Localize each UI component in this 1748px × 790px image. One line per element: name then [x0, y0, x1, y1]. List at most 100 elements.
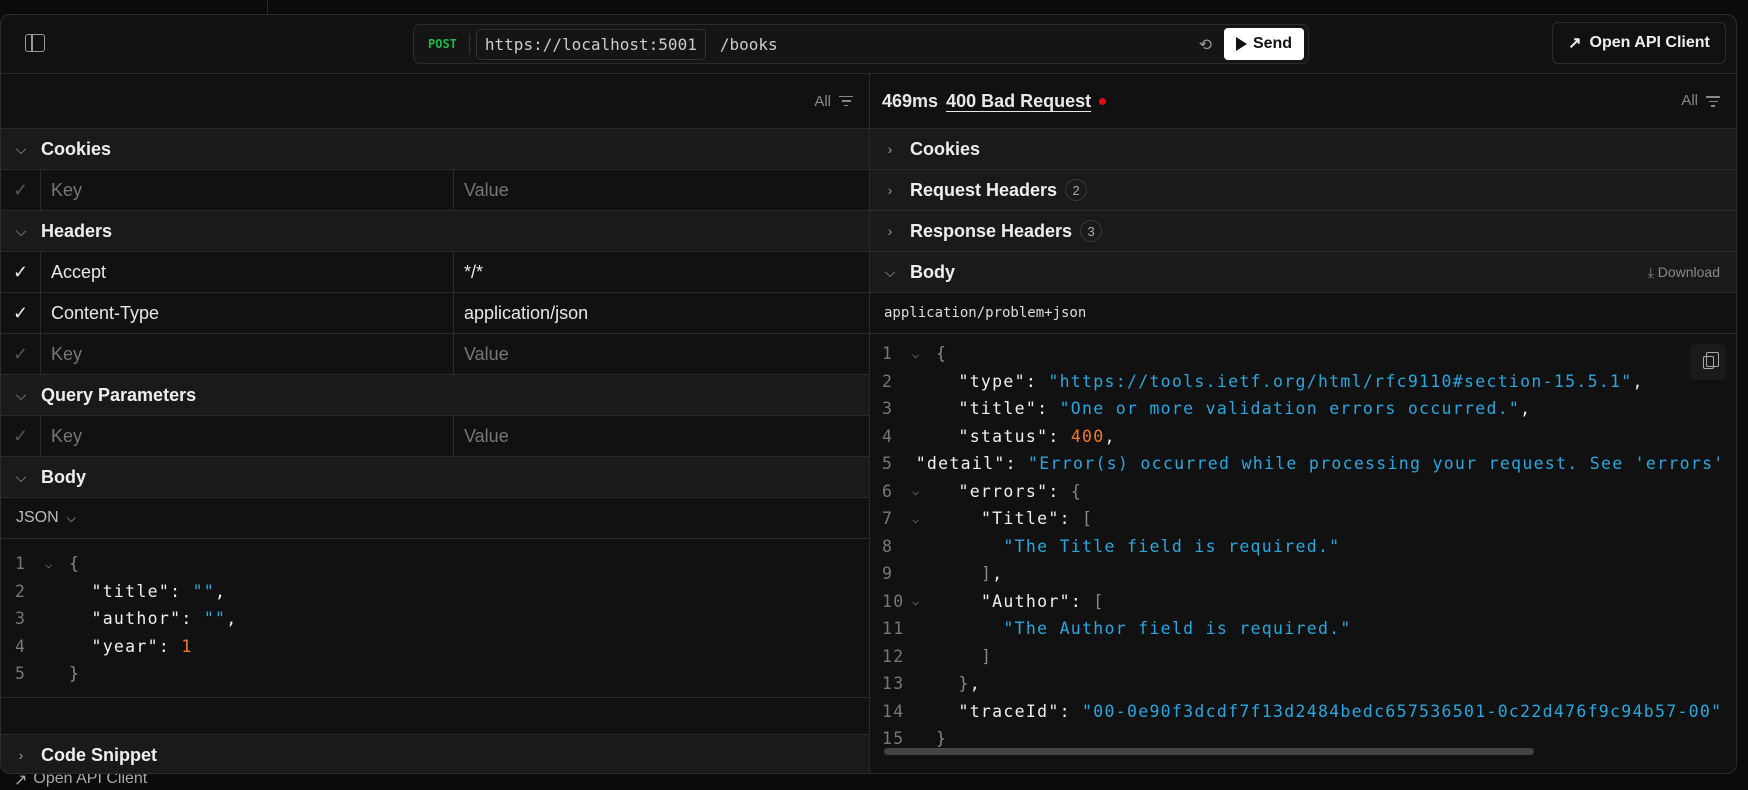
json-key: "Author": [980, 591, 1071, 611]
code-line: 1 ⌵ {: [870, 340, 1736, 368]
section-response-headers[interactable]: › Response Headers 3: [870, 211, 1736, 252]
section-body[interactable]: ⌵ Body: [1, 457, 869, 498]
chevron-right-icon: ›: [18, 747, 24, 763]
key-input[interactable]: Key: [41, 334, 454, 374]
chevron-down-icon: ⌵: [15, 140, 27, 157]
code-line: 12 ]: [870, 643, 1736, 671]
line-number: 11: [882, 619, 905, 639]
line-number: 9: [882, 564, 894, 584]
line-number: 4: [882, 426, 894, 446]
chevron-down-icon: ⌵: [884, 263, 896, 280]
status-link[interactable]: 400 Bad Request: [946, 91, 1091, 112]
code-line: 13 },: [870, 670, 1736, 698]
copy-icon[interactable]: [1690, 344, 1726, 380]
code-line: 11 "The Author field is required.": [870, 615, 1736, 643]
request-body-editor[interactable]: 1 ⌵{2 "title": "", 3 "author": "", 4 "year"…: [1, 539, 869, 698]
response-status: 469ms 400 Bad Request All: [870, 74, 1736, 129]
header-row: ✓ Content-Type application/json: [1, 293, 869, 334]
code-token: {: [69, 554, 81, 574]
code-line: 2 "type": "https://tools.ietf.org/html/r…: [870, 368, 1736, 396]
section-response-body[interactable]: ⌵ Body ⤓ Download: [870, 252, 1736, 293]
checkbox[interactable]: ✓: [1, 252, 41, 292]
section-headers[interactable]: ⌵ Headers: [1, 211, 869, 252]
checkbox[interactable]: ✓: [1, 334, 41, 374]
key-input[interactable]: Key: [41, 170, 454, 210]
code-line: 4 "status": 400,: [870, 423, 1736, 451]
code-token: ]: [980, 646, 993, 666]
section-code-snippet[interactable]: › Code Snippet: [1, 735, 869, 773]
line-number: 15: [882, 729, 905, 749]
code-token: ,: [992, 564, 1004, 584]
checkbox[interactable]: ✓: [1, 416, 41, 456]
line-number: 3: [882, 399, 894, 419]
method-select[interactable]: POST: [414, 34, 470, 54]
json-key: "traceId": [958, 701, 1060, 721]
header-row-empty: ✓ Key Value: [1, 334, 869, 375]
download-icon: ⤓: [1647, 263, 1654, 280]
download-button[interactable]: ⤓ Download: [1648, 264, 1720, 281]
toggle-sidebar-icon[interactable]: [25, 34, 45, 52]
code-token: ,: [226, 609, 238, 629]
section-request-headers[interactable]: › Request Headers 2: [870, 170, 1736, 211]
section-response-cookies[interactable]: › Cookies: [870, 129, 1736, 170]
key-input[interactable]: Accept: [41, 252, 454, 292]
body-format-select[interactable]: JSON ⌵: [1, 498, 869, 539]
fold-icon: ⌵: [912, 346, 921, 361]
send-button[interactable]: Send: [1224, 28, 1304, 60]
address-bar: POST https://localhost:5001 /books ⟲ Sen…: [413, 24, 1309, 64]
section-query-parameters[interactable]: ⌵ Query Parameters: [1, 375, 869, 416]
line-number: 7: [882, 509, 894, 529]
server-url[interactable]: https://localhost:5001: [475, 28, 706, 60]
fold-icon: ⌵: [912, 511, 921, 526]
code-token: ]: [980, 564, 993, 584]
code-line: 9 ],: [870, 560, 1736, 588]
value-input[interactable]: */*: [454, 252, 869, 292]
code-token: ,: [1104, 426, 1116, 446]
line-number: 5: [882, 454, 894, 474]
json-key: "detail": [915, 454, 1006, 474]
line-number: 5: [15, 664, 27, 684]
json-value: "": [192, 581, 216, 601]
section-cookies[interactable]: ⌵ Cookies: [1, 129, 869, 170]
code-token: ,: [1632, 371, 1644, 391]
horizontal-scrollbar[interactable]: [884, 748, 1706, 756]
value-input[interactable]: Value: [454, 170, 869, 210]
line-number: 10: [882, 591, 905, 611]
key-input[interactable]: Key: [41, 416, 454, 456]
response-time: 469ms: [882, 90, 939, 111]
code-line: 8 "The Title field is required.": [870, 533, 1736, 561]
response-pane: 469ms 400 Bad Request All › Cookies › Requ…: [870, 74, 1736, 773]
code-token: :: [1059, 509, 1071, 529]
filter-icon: [839, 95, 853, 107]
history-icon[interactable]: ⟲: [1199, 35, 1212, 55]
value-input[interactable]: Value: [454, 334, 869, 374]
code-token: :: [1070, 591, 1083, 611]
code-token: :: [1059, 701, 1071, 721]
checkbox[interactable]: ✓: [1, 293, 41, 333]
json-value: "": [203, 609, 227, 629]
value-input[interactable]: application/json: [454, 293, 869, 333]
fold-icon: ⌵: [912, 594, 921, 609]
api-client-window: POST https://localhost:5001 /books ⟲ Sen…: [0, 14, 1737, 774]
code-token: {: [936, 344, 948, 364]
code-line: 4 "year": 1: [1, 633, 869, 661]
open-api-client-button[interactable]: ↗ Open API Client: [1552, 22, 1726, 64]
key-input[interactable]: Content-Type: [41, 293, 454, 333]
json-key: "title": [69, 581, 171, 601]
code-token: :: [170, 581, 193, 601]
request-filter[interactable]: All: [1, 74, 869, 129]
path-input[interactable]: /books: [720, 35, 778, 54]
code-line: 7 ⌵ "Title": [: [870, 505, 1736, 533]
response-filter[interactable]: All: [1681, 92, 1720, 109]
value-input[interactable]: Value: [454, 416, 869, 456]
json-key: "author": [69, 609, 182, 629]
code-token: :: [1048, 481, 1060, 501]
checkbox[interactable]: ✓: [1, 170, 41, 210]
